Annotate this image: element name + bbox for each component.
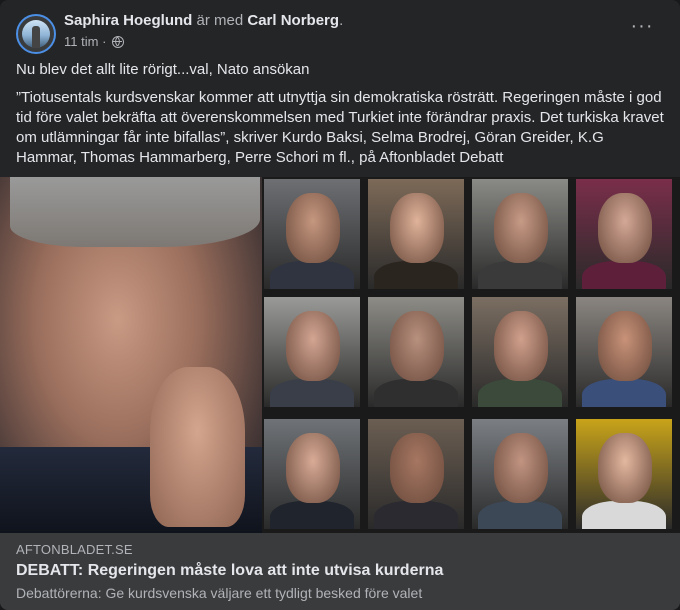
portrait-thumb (264, 419, 360, 529)
thumb-body (270, 261, 354, 289)
portrait-thumb (472, 297, 568, 407)
portrait-thumb (576, 179, 672, 289)
tagged-name[interactable]: Carl Norberg (247, 12, 339, 29)
thumb-face (598, 311, 652, 381)
post-body: ”Tiotusentals kurdsvenskar kommer att ut… (16, 89, 664, 166)
meta-separator: · (102, 34, 107, 49)
portrait-thumb (472, 419, 568, 529)
thumb-body (478, 261, 562, 289)
portrait-thumb (264, 297, 360, 407)
thumb-body (270, 379, 354, 407)
globe-icon[interactable] (112, 36, 125, 48)
portrait-hair (10, 177, 260, 247)
thumb-body (582, 379, 666, 407)
tagged-suffix: . (339, 12, 344, 29)
post-header: Saphira Hoeglund är med Carl Norberg. 11… (16, 12, 664, 54)
thumb-face (286, 311, 340, 381)
thumb-body (270, 501, 354, 529)
link-headline[interactable]: DEBATT: Regeringen måste lova att inte u… (16, 562, 443, 580)
post-card: Saphira Hoeglund är med Carl Norberg. 11… (0, 0, 680, 610)
post-time[interactable]: 11 tim (64, 34, 98, 49)
thumb-face (598, 193, 652, 263)
thumb-face (390, 311, 444, 381)
thumb-body (582, 501, 666, 529)
thumb-body (582, 261, 666, 289)
author-name[interactable]: Saphira Hoeglund (64, 12, 192, 29)
author-line: Saphira Hoeglund är med Carl Norberg. (64, 12, 343, 29)
author-avatar[interactable] (16, 14, 56, 54)
portrait-thumb (368, 419, 464, 529)
article-image[interactable] (0, 177, 680, 533)
avatar-figure (32, 26, 40, 48)
with-text: är med (196, 12, 244, 29)
portrait-thumb (264, 179, 360, 289)
thumb-face (598, 433, 652, 503)
post-line-1: Nu blev det allt lite rörigt...val, Nato… (16, 61, 310, 78)
portrait-thumb (368, 179, 464, 289)
link-domain: AFTONBLADET.SE (16, 542, 133, 557)
portrait-large (0, 177, 262, 533)
thumb-body (478, 379, 562, 407)
portrait-thumb (472, 179, 568, 289)
thumb-face (494, 433, 548, 503)
link-description: Debattörerna: Ge kurdsvenska väljare ett… (16, 585, 423, 601)
thumb-face (494, 311, 548, 381)
thumb-body (374, 501, 458, 529)
portrait-thumb (576, 297, 672, 407)
thumb-body (478, 501, 562, 529)
thumb-face (286, 193, 340, 263)
thumb-face (390, 193, 444, 263)
thumb-face (494, 193, 548, 263)
thumb-face (390, 433, 444, 503)
more-options-icon[interactable]: ··· (626, 16, 658, 42)
portrait-thumb (576, 419, 672, 529)
thumb-body (374, 261, 458, 289)
thumb-face (286, 433, 340, 503)
portrait-hand (150, 367, 245, 527)
portrait-thumb (368, 297, 464, 407)
post-meta: 11 tim · (64, 34, 125, 49)
post-text: Nu blev det allt lite rörigt...val, Nato… (16, 60, 666, 176)
thumb-body (374, 379, 458, 407)
link-preview[interactable]: AFTONBLADET.SE DEBATT: Regeringen måste … (0, 533, 680, 610)
